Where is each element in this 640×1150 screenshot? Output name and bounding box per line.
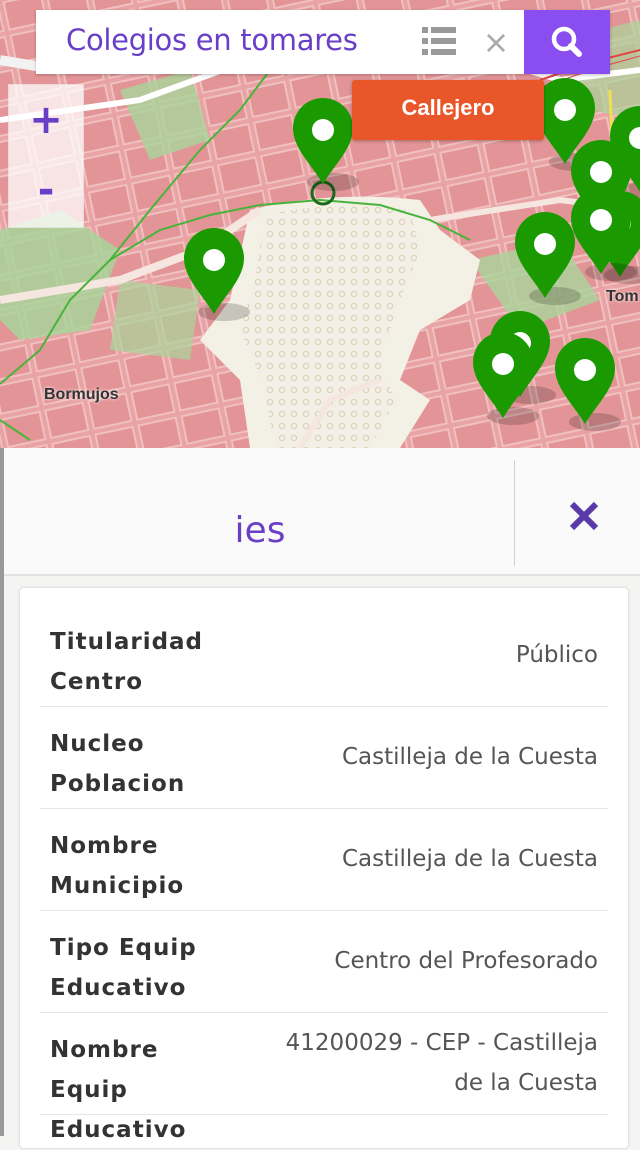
detail-value: Castilleja de la Cuesta	[341, 744, 598, 770]
close-icon[interactable]: ×	[480, 22, 512, 62]
detail-key: Titularidad Centro	[50, 629, 204, 695]
list-icon[interactable]	[422, 24, 456, 58]
close-icon	[569, 501, 599, 531]
map-label-bormujos: Bormujos	[44, 386, 119, 403]
detail-row: Nombre Equip Educativo 41200029 - CEP - …	[40, 1012, 608, 1143]
detail-value: 41200029 - CEP - Castilleja de la Cuesta	[285, 1030, 598, 1096]
detail-value: Castilleja de la Cuesta	[341, 846, 598, 872]
search-input[interactable]: Colegios en tomares	[66, 10, 358, 74]
divider	[514, 460, 515, 566]
panel-header: ies	[4, 448, 640, 576]
details-card: Titularidad Centro Público Nucleo Poblac…	[20, 588, 628, 1148]
detail-key: Tipo Equip Educativo	[50, 935, 197, 1001]
search-button[interactable]	[524, 10, 610, 74]
zoom-control: + -	[8, 84, 84, 228]
panel-title: ies	[234, 510, 286, 551]
close-panel-button[interactable]	[552, 484, 612, 544]
zoom-out-button[interactable]: -	[9, 155, 83, 225]
detail-value: Público	[515, 642, 598, 668]
zoom-in-button[interactable]: +	[9, 85, 83, 155]
scroll-edge	[0, 448, 4, 1136]
search-bar: Colegios en tomares ×	[36, 10, 610, 74]
detail-key: Nombre Municipio	[50, 833, 185, 899]
detail-row: Nombre Municipio Castilleja de la Cuesta	[40, 808, 608, 911]
detail-value: Centro del Profesorado	[334, 948, 598, 974]
detail-key: Nombre Equip Educativo	[50, 1037, 187, 1143]
map-label-tomares: Tom	[606, 288, 639, 305]
callejero-button[interactable]: Callejero	[352, 80, 544, 140]
detail-row: Titularidad Centro Público	[40, 604, 608, 707]
map-view[interactable]: Bormujos Tom + - Callejero Colegios en t…	[0, 0, 640, 448]
detail-row: Nucleo Poblacion Castilleja de la Cuesta	[40, 706, 608, 809]
detail-key: Nucleo Poblacion	[50, 731, 186, 797]
search-icon	[551, 26, 582, 57]
detail-row: Tipo Equip Educativo Centro del Profesor…	[40, 910, 608, 1013]
